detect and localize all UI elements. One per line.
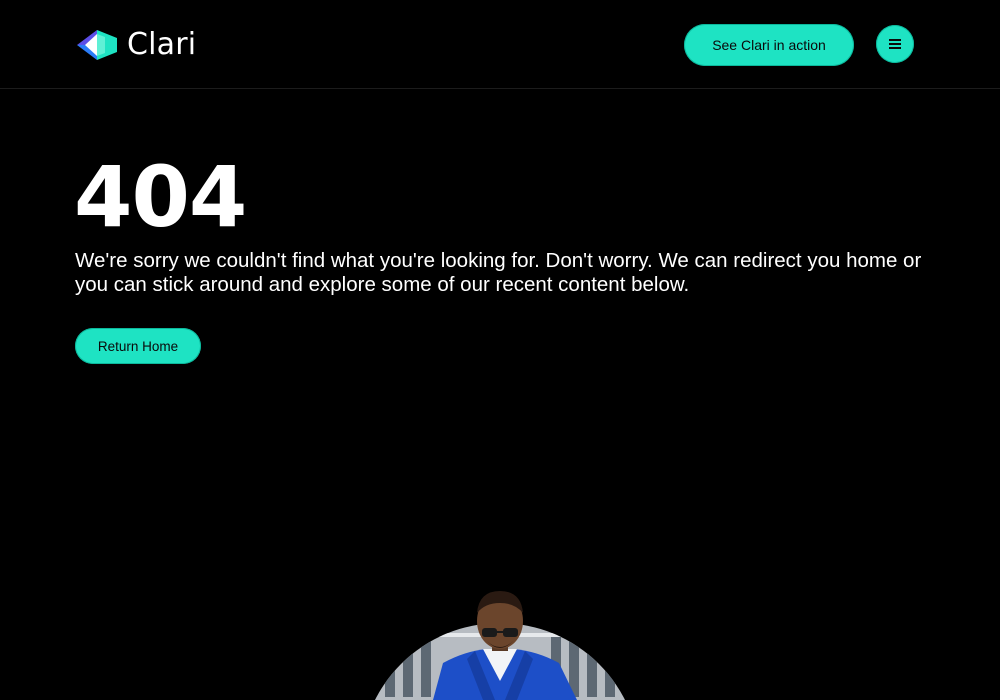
hero-photo [355,585,645,700]
return-home-button[interactable]: Return Home [75,328,201,364]
site-header: Clari See Clari in action [0,0,1000,89]
brand-logo[interactable]: Clari [75,26,196,64]
person-photo-image [360,591,640,700]
error-message: We're sorry we couldn't find what you're… [75,249,922,296]
error-code-heading: 404 [74,148,247,246]
see-clari-in-action-button[interactable]: See Clari in action [684,24,854,66]
menu-button[interactable] [876,25,914,63]
clari-logo-icon [77,30,117,60]
page: Clari See Clari in action 404 We're sorr… [0,0,1000,700]
brand-name: Clari [127,27,197,62]
hamburger-menu-icon [889,39,901,49]
